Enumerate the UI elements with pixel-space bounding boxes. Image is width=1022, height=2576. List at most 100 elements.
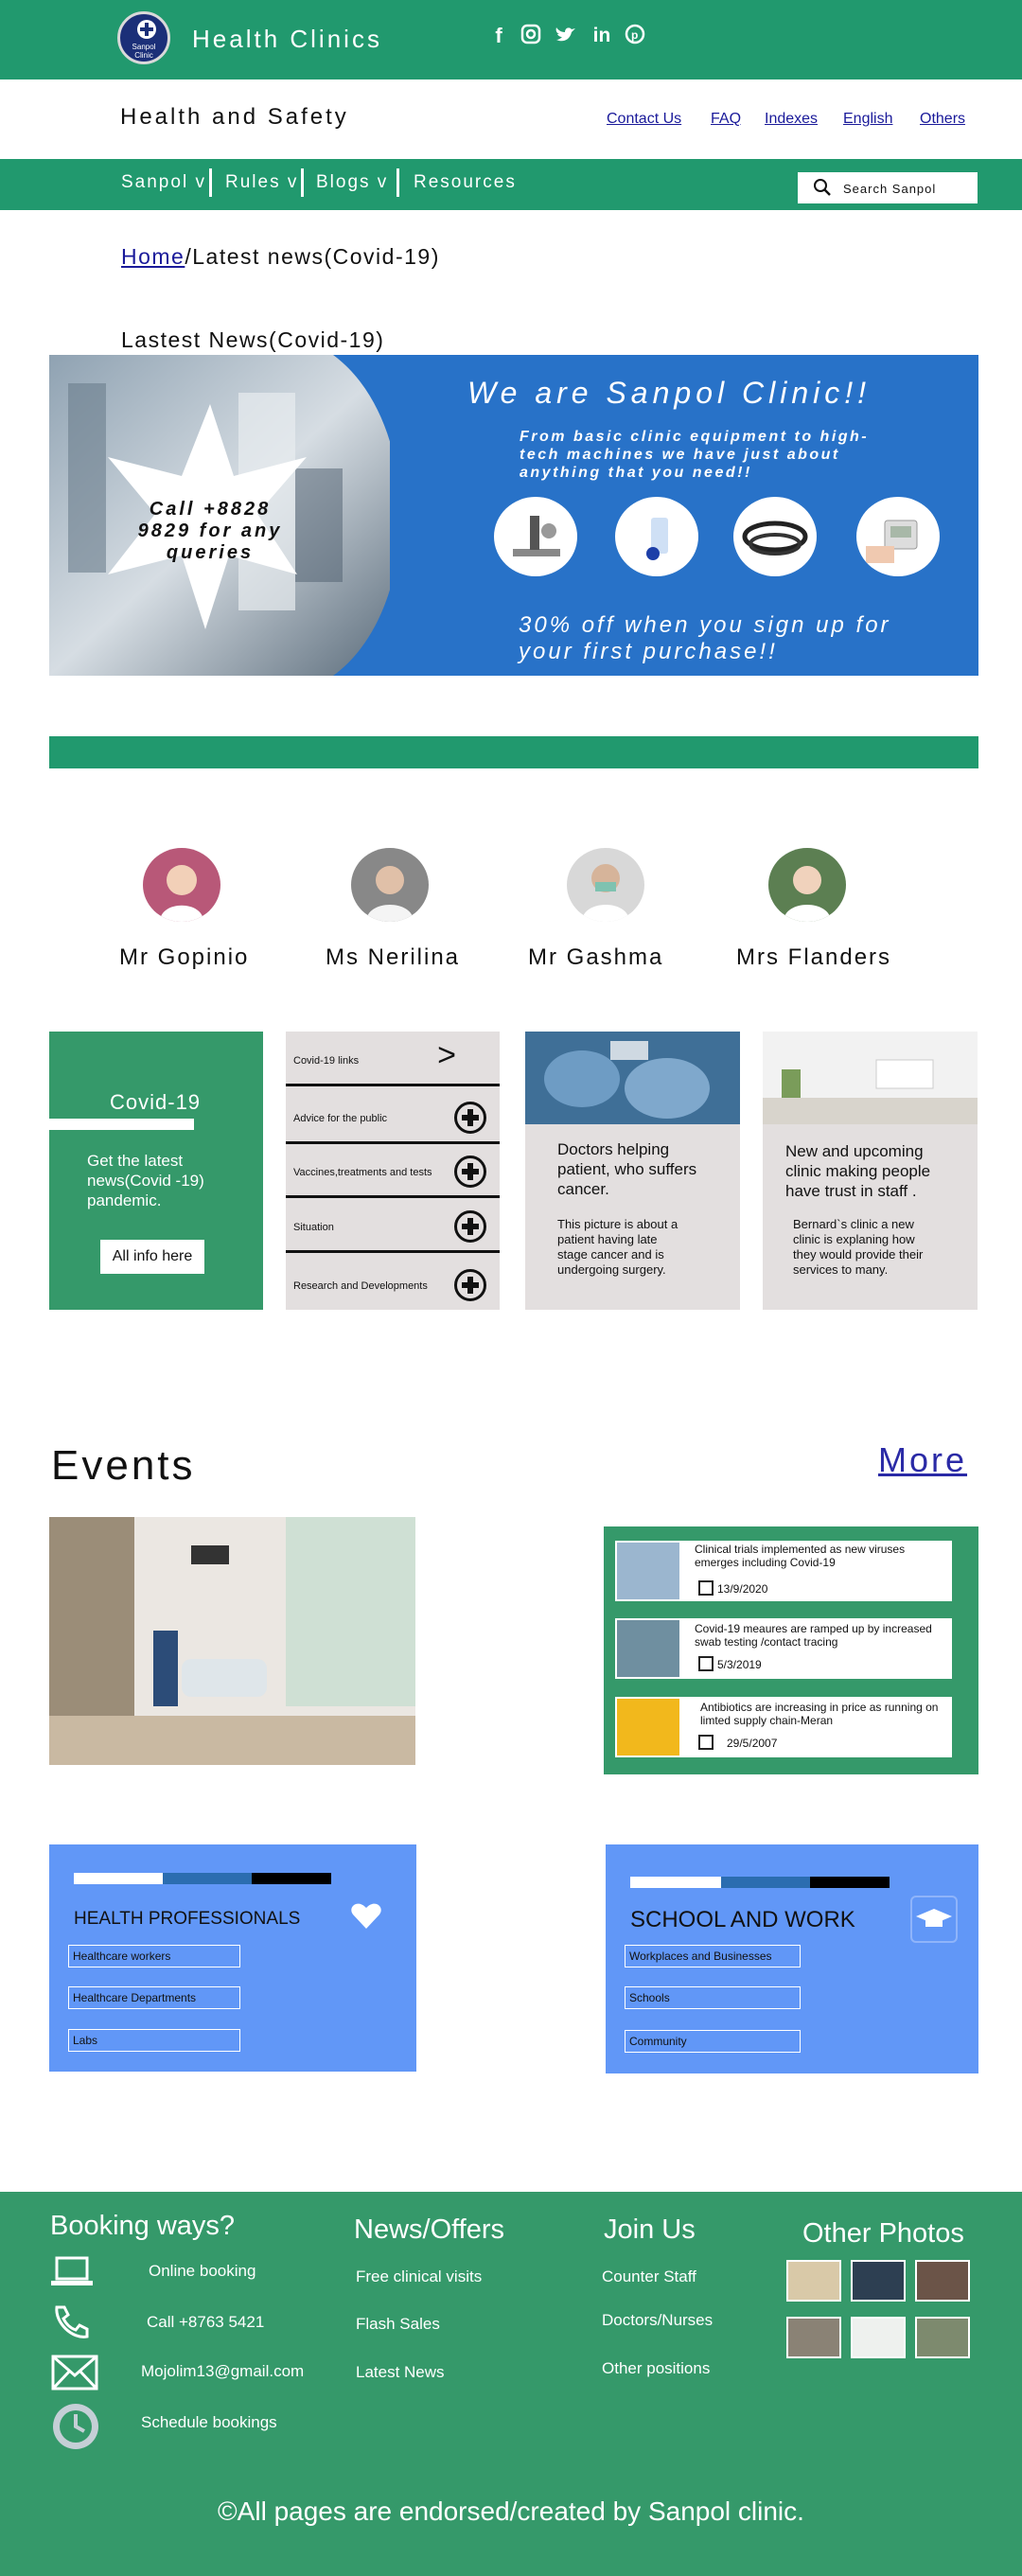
event-date: 13/9/2020 — [717, 1582, 768, 1596]
link-label: Advice for the public — [293, 1113, 388, 1124]
facebook-icon[interactable]: f — [487, 24, 510, 48]
indexes-link[interactable]: Indexes — [765, 111, 818, 128]
email-address[interactable]: Mojolim13@gmail.com — [141, 2362, 304, 2381]
nav-sanpol[interactable]: Sanpol v — [121, 172, 206, 193]
link-situation[interactable]: Situation — [286, 1198, 500, 1253]
story-card-surgery[interactable]: Doctors helping patient, who suffers can… — [525, 1032, 740, 1310]
workplaces-link[interactable]: Workplaces and Businesses — [625, 1945, 801, 1967]
breadcrumb: Home/Latest news(Covid-19) — [121, 244, 440, 270]
nav-divider — [301, 168, 304, 197]
join-title: Join Us — [604, 2214, 696, 2245]
link-label: Research and Developments — [293, 1280, 428, 1292]
breadcrumb-home[interactable]: Home — [121, 244, 185, 269]
labs-link[interactable]: Labs — [68, 2029, 240, 2052]
online-booking[interactable]: Online booking — [149, 2262, 256, 2281]
join-item[interactable]: Doctors/Nurses — [602, 2311, 713, 2330]
tricolor-bar — [721, 1877, 810, 1888]
dentist-photo — [49, 1517, 415, 1765]
tricolor-bar — [252, 1873, 331, 1884]
blood-pressure-image — [856, 497, 940, 576]
calendar-icon — [698, 1735, 714, 1750]
event-item[interactable]: Clinical trials implemented as new virus… — [615, 1541, 952, 1601]
avatar[interactable] — [567, 848, 644, 922]
english-link[interactable]: English — [843, 111, 892, 128]
call-number[interactable]: Call +8763 5421 — [147, 2313, 264, 2332]
divider-strip — [49, 736, 978, 768]
healthcare-departments-link[interactable]: Healthcare Departments — [68, 1986, 240, 2009]
event-date: 29/5/2007 — [727, 1737, 778, 1750]
event-thumbnail — [617, 1620, 679, 1677]
faq-link[interactable]: FAQ — [711, 111, 741, 128]
covid-card-title: Covid-19 — [110, 1090, 202, 1114]
community-link[interactable]: Community — [625, 2030, 801, 2053]
event-item[interactable]: Antibiotics are increasing in price as r… — [615, 1697, 952, 1757]
photo-thumbnail[interactable] — [915, 2260, 970, 2302]
page-section-title: Health and Safety — [120, 104, 349, 130]
stethoscope-image — [733, 497, 817, 576]
all-info-button[interactable]: All info here — [100, 1240, 204, 1274]
photo-thumbnail[interactable] — [786, 2260, 841, 2302]
nav-resources[interactable]: Resources — [414, 172, 517, 193]
covid-card: Covid-19 Get the latest news(Covid -19) … — [49, 1032, 263, 1310]
logo-text-2: Clinic — [134, 51, 153, 60]
event-title: Clinical trials implemented as new virus… — [695, 1543, 906, 1569]
doctor-name: Mr Gopinio — [119, 944, 250, 970]
join-item[interactable]: Counter Staff — [602, 2267, 696, 2286]
link-advice[interactable]: Advice for the public — [286, 1089, 500, 1144]
search-input[interactable]: Search Sanpol — [798, 172, 978, 203]
link-vaccines[interactable]: Vaccines,treatments and tests — [286, 1143, 500, 1198]
event-item[interactable]: Covid-19 meaures are ramped up by increa… — [615, 1618, 952, 1679]
nav-rules[interactable]: Rules v — [225, 172, 298, 193]
search-placeholder: Search Sanpol — [843, 182, 937, 196]
pinterest-icon[interactable]: p — [624, 24, 646, 48]
plus-icon — [454, 1156, 486, 1188]
avatar[interactable] — [768, 848, 846, 922]
news-item[interactable]: Flash Sales — [356, 2315, 440, 2334]
breadcrumb-current: /Latest news(Covid-19) — [185, 244, 440, 269]
covid-links-card: Covid-19 links > Advice for the public Va… — [286, 1032, 500, 1310]
clinic-photo — [763, 1032, 978, 1124]
link-research[interactable]: Research and Developments — [286, 1257, 500, 1312]
healthcare-workers-link[interactable]: Healthcare workers — [68, 1945, 240, 1967]
covid-card-text: Get the latest news(Covid -19) pandemic. — [87, 1152, 204, 1209]
news-item[interactable]: Free clinical visits — [356, 2267, 482, 2286]
instagram-icon[interactable] — [520, 24, 542, 48]
avatar[interactable] — [143, 848, 220, 922]
linkedin-icon[interactable]: in — [590, 24, 613, 48]
twitter-icon[interactable] — [555, 24, 577, 48]
mail-icon — [51, 2355, 98, 2391]
story-text: This picture is about a patient having l… — [557, 1217, 678, 1277]
photo-thumbnail[interactable] — [851, 2317, 906, 2358]
surgery-photo — [525, 1032, 740, 1124]
photo-thumbnail[interactable] — [786, 2317, 841, 2358]
search-icon — [814, 179, 831, 196]
schools-link[interactable]: Schools — [625, 1986, 801, 2009]
event-title: Covid-19 meaures are ramped up by increa… — [695, 1622, 932, 1649]
school-work-box: SCHOOL AND WORK Workplaces and Businesse… — [606, 1844, 978, 2073]
chevron-right-icon: > — [437, 1037, 456, 1073]
join-item[interactable]: Other positions — [602, 2359, 710, 2378]
tricolor-bar — [163, 1873, 252, 1884]
news-item[interactable]: Latest News — [356, 2363, 445, 2382]
tricolor-bar — [74, 1873, 163, 1884]
plus-icon — [454, 1210, 486, 1243]
calendar-icon — [698, 1656, 714, 1671]
covid-links-header[interactable]: Covid-19 links > — [286, 1032, 500, 1086]
health-professionals-box: HEALTH PROFESSIONALS Healthcare workers … — [49, 1844, 416, 2072]
photo-thumbnail[interactable] — [851, 2260, 906, 2302]
photo-thumbnail[interactable] — [915, 2317, 970, 2358]
avatar[interactable] — [351, 848, 429, 922]
clinic-logo[interactable]: Sanpol Clinic — [117, 11, 170, 64]
tricolor-bar — [810, 1877, 890, 1888]
nav-blogs[interactable]: Blogs v — [316, 172, 388, 193]
contact-us-link[interactable]: Contact Us — [607, 111, 681, 128]
events-list: Clinical trials implemented as new virus… — [604, 1526, 978, 1774]
link-label: Situation — [293, 1222, 334, 1233]
schedule-bookings[interactable]: Schedule bookings — [141, 2413, 277, 2432]
story-card-clinic[interactable]: New and upcoming clinic making people ha… — [763, 1032, 978, 1310]
more-link[interactable]: More — [878, 1440, 967, 1480]
clock-icon — [53, 2404, 98, 2449]
cross-icon — [137, 20, 156, 39]
others-link[interactable]: Others — [920, 111, 965, 128]
graduation-cap-icon — [910, 1896, 958, 1943]
